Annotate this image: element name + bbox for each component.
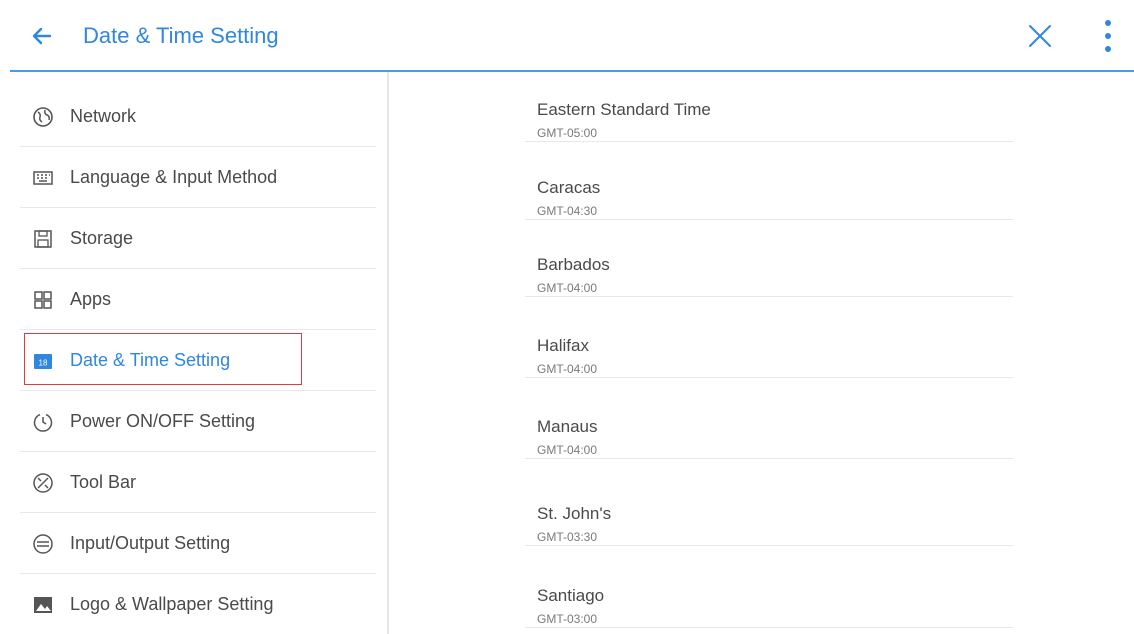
timezone-item[interactable]: Barbados GMT-04:00 <box>525 237 1013 297</box>
sidebar-item-label: Power ON/OFF Setting <box>70 411 256 431</box>
timezone-item[interactable]: Manaus GMT-04:00 <box>525 399 1013 459</box>
power-timer-icon <box>33 413 53 432</box>
close-icon[interactable] <box>1026 22 1054 50</box>
sidebar-item-storage[interactable]: Storage <box>20 208 376 269</box>
settings-page: Date & Time Setting Network Language & I… <box>0 0 1134 634</box>
sidebar-item-label: Logo & Wallpaper Setting <box>70 594 274 614</box>
timezone-name: Eastern Standard Time <box>537 100 711 119</box>
storage-icon <box>34 230 52 248</box>
sidebar-item-power[interactable]: Power ON/OFF Setting <box>20 391 376 452</box>
apps-grid-icon <box>34 291 52 309</box>
timezone-item[interactable]: Santiago GMT-03:00 <box>525 568 1013 628</box>
timezone-name: Santiago <box>537 586 605 605</box>
image-icon <box>34 597 52 613</box>
sidebar-item-label: Input/Output Setting <box>70 533 231 553</box>
timezone-offset: GMT-03:00 <box>537 612 598 626</box>
timezone-name: Halifax <box>537 336 589 355</box>
timezone-offset: GMT-03:30 <box>537 530 598 544</box>
back-arrow-icon[interactable] <box>28 22 56 50</box>
timezone-item[interactable]: St. John's GMT-03:30 <box>525 486 1013 546</box>
timezone-offset: GMT-05:00 <box>537 126 598 140</box>
divider <box>525 296 1013 297</box>
timezone-name: Caracas <box>537 178 601 197</box>
sidebar-divider <box>387 72 389 634</box>
sidebar-item-tool-bar[interactable]: Tool Bar <box>20 452 376 513</box>
sidebar-item-label: Tool Bar <box>70 472 137 492</box>
app-header: Date & Time Setting <box>0 0 1134 70</box>
divider <box>525 219 1013 220</box>
sidebar-item-label: Storage <box>70 228 134 248</box>
sidebar-item-label: Network <box>70 106 137 126</box>
divider <box>525 458 1013 459</box>
sidebar-item-input-output[interactable]: Input/Output Setting <box>20 513 376 574</box>
timezone-item[interactable]: Halifax GMT-04:00 <box>525 318 1013 378</box>
timezone-offset: GMT-04:00 <box>537 281 598 295</box>
timezone-name: Barbados <box>537 255 610 274</box>
divider <box>525 141 1013 142</box>
timezone-item[interactable]: Eastern Standard Time GMT-05:00 <box>525 82 1013 142</box>
page-title: Date & Time Setting <box>83 23 279 48</box>
sidebar-item-label: Language & Input Method <box>70 167 278 187</box>
timezone-offset: GMT-04:00 <box>537 443 598 457</box>
timezone-item[interactable]: Caracas GMT-04:30 <box>525 160 1013 220</box>
sidebar-item-apps[interactable]: Apps <box>20 269 376 330</box>
keyboard-icon <box>33 171 53 185</box>
sidebar-item-logo-wallpaper[interactable]: Logo & Wallpaper Setting <box>20 574 376 634</box>
input-output-icon <box>33 534 53 554</box>
sidebar-item-label: Date & Time Setting <box>70 350 231 370</box>
globe-icon <box>33 107 53 127</box>
more-vert-icon[interactable] <box>1098 18 1118 54</box>
timezone-name: Manaus <box>537 417 598 436</box>
sidebar-item-network[interactable]: Network <box>20 86 376 147</box>
tool-icon <box>33 473 53 493</box>
settings-sidebar: Network Language & Input Method Storage <box>0 72 388 634</box>
divider <box>525 545 1013 546</box>
sidebar-item-label: Apps <box>70 289 112 309</box>
calendar-icon: 18 <box>34 354 52 369</box>
calendar-icon-text: 18 <box>39 359 48 368</box>
timezone-offset: GMT-04:00 <box>537 362 598 376</box>
divider <box>525 627 1013 628</box>
timezone-offset: GMT-04:30 <box>537 204 598 218</box>
sidebar-item-language[interactable]: Language & Input Method <box>20 147 376 208</box>
divider <box>525 377 1013 378</box>
timezone-name: St. John's <box>537 504 612 523</box>
sidebar-item-date-time[interactable]: 18 Date & Time Setting <box>20 330 376 391</box>
